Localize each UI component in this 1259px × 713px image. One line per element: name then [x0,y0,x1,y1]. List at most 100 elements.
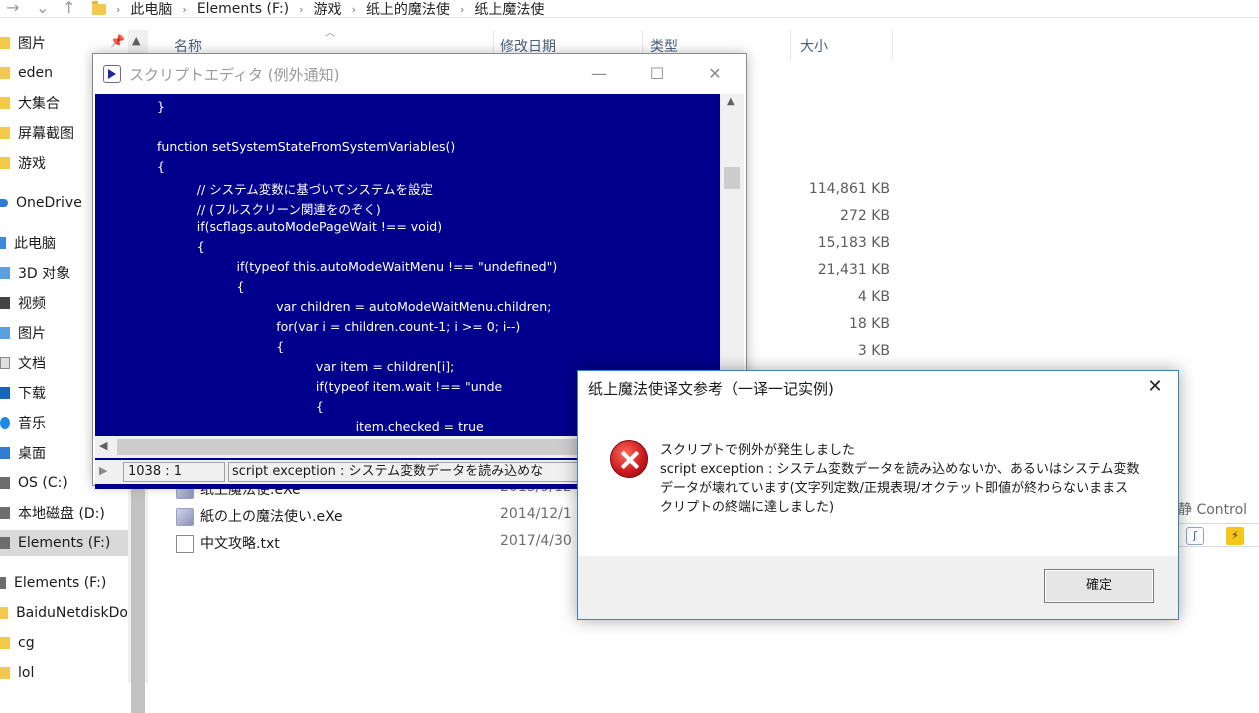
code-line: var item = children[i]; [157,359,455,374]
nav-item-label: Elements (F:) [18,535,111,551]
dialog-title: 纸上魔法使译文参考（一译一记实例) [588,380,834,398]
folder-icon [0,97,10,109]
editor-title: スクリプトエディタ (例外通知) [129,66,340,84]
breadcrumb-separator-icon: › [351,2,356,16]
code-line: function setSystemStateFromSystemVariabl… [157,139,456,154]
nav-item-label: 音乐 [18,416,46,432]
ok-button[interactable]: 確定 [1044,569,1154,603]
folder-icon [0,637,10,649]
pin-icon[interactable]: 📌 [110,34,125,48]
partial-window-text: 静 Control [1178,502,1248,518]
nav-item-label: 本地磁盘 (D:) [18,506,105,522]
code-line: } [157,99,165,114]
file-name: 中文攻略.txt [200,536,280,552]
3d-objects-icon [0,267,10,279]
picture-icon [0,327,10,339]
file-size: 3 KB [857,343,890,359]
code-line: { [157,279,245,294]
address-bar[interactable]: → ⌄ ↑ › 此电脑 › Elements (F:) › 游戏 › 纸上的魔法… [0,0,1259,18]
desktop-icon [0,447,10,459]
folder-icon [92,0,106,15]
folder-icon [0,67,10,79]
sort-ascending-icon: ︿ [325,28,335,39]
up-arrow-icon[interactable]: ↑ [62,0,75,17]
breadcrumb-separator-icon: › [299,2,304,16]
recent-locations-chevron-icon[interactable]: ⌄ [36,0,49,17]
nav-item-label: OS (C:) [18,475,68,491]
toolbar-tool-icon[interactable]: ʃ [1186,527,1204,545]
forward-arrow-icon[interactable]: → [6,0,19,17]
file-size: 15,183 KB [817,235,890,251]
code-line: { [157,339,285,354]
nav-item-label: OneDrive [16,195,82,211]
breadcrumb-separator-icon: › [116,2,121,16]
code-line: if(typeof this.autoModeWaitMenu !== "und… [157,259,558,274]
scrollbar-thumb[interactable] [724,167,740,189]
code-line: { [157,159,165,174]
breadcrumb-item[interactable]: 游戏 [314,0,342,19]
nav-item-label: 3D 对象 [18,266,71,282]
nav-item-label: 图片 [18,36,46,52]
file-date: 2014/12/1 [500,506,572,522]
scroll-up-arrow-icon[interactable]: ▲ [132,34,140,47]
nav-item-selected[interactable]: Elements (F:) [0,530,128,556]
nav-item[interactable]: BaiduNetdiskDo [0,600,128,626]
code-line: for(var i = children.count-1; i >= 0; i-… [157,319,521,334]
scroll-up-arrow-icon[interactable]: ▲ [727,96,735,107]
breadcrumb-item[interactable]: 纸上魔法使 [474,0,544,19]
breadcrumb-item[interactable]: Elements (F:) [197,1,289,17]
column-divider[interactable] [892,30,893,60]
breadcrumb-separator-icon: › [182,2,187,16]
message-line: script exception : システム変数データを読み込めないか、あるい… [660,462,1140,515]
toolbar-tool-icon[interactable]: ⚡ [1226,527,1244,545]
nav-item-label: eden [18,65,53,81]
partially-hidden-window[interactable]: 静 Control ʃ ⚡ [1178,495,1259,555]
drive-icon [0,477,10,489]
cloud-icon [0,199,8,207]
maximize-icon[interactable]: ☐ [634,60,680,88]
nav-item[interactable]: Elements (F:) [0,570,128,596]
nav-item[interactable]: lol [0,660,128,686]
partial-toolbar: ʃ ⚡ [1178,523,1259,547]
file-size: 21,431 KB [817,262,890,278]
code-line: // システム変数に基づいてシステムを設定 [157,182,434,197]
minimize-icon[interactable]: — [576,60,622,88]
nav-item[interactable]: cg [0,630,128,656]
file-size: 114,861 KB [808,181,890,197]
column-divider[interactable] [790,30,791,60]
folder-icon [0,157,10,169]
scroll-left-arrow-icon[interactable]: ◀ [99,439,107,452]
cursor-position: 1038 : 1 [123,462,225,482]
folder-icon [0,667,10,679]
nav-item-label: 游戏 [18,156,46,172]
nav-item-label: 图片 [18,326,46,342]
nav-item-label: 文档 [18,356,46,372]
folder-icon [0,37,10,49]
nav-item-label: 屏幕截图 [18,126,74,142]
nav-item-label: 下载 [18,386,46,402]
drive-icon [0,507,10,519]
code-line: var children = autoModeWaitMenu.children… [157,299,552,314]
exception-dialog[interactable]: 纸上魔法使译文参考（一译一记实例) ✕ スクリプトで例外が発生しました scri… [577,370,1179,620]
text-file-icon [176,535,194,553]
nav-item-label: BaiduNetdiskDo [16,605,128,621]
close-icon[interactable]: ✕ [692,60,738,88]
code-line: { [157,239,205,254]
column-size[interactable]: 大小 [800,36,828,56]
breadcrumb-item[interactable]: 此电脑 [130,0,172,19]
nav-item[interactable]: 本地磁盘 (D:) [0,500,128,526]
editor-titlebar[interactable]: スクリプトエディタ (例外通知) — ☐ ✕ [93,54,746,94]
drive-icon [0,537,10,549]
document-icon [0,357,10,369]
message-line: スクリプトで例外が発生しました [660,443,856,458]
file-size: 272 KB [840,208,890,224]
music-icon [0,417,10,429]
dialog-message: スクリプトで例外が発生しました script exception : システム変… [660,441,1140,517]
nav-item-label: Elements (F:) [14,575,107,591]
breadcrumb: › 此电脑 › Elements (F:) › 游戏 › 纸上的魔法使 › 纸上… [92,0,544,19]
play-icon[interactable]: ▶ [99,464,107,477]
close-icon[interactable]: ✕ [1138,373,1172,401]
breadcrumb-item[interactable]: 纸上的魔法使 [366,0,450,19]
nav-item-label: 此电脑 [14,236,56,252]
code-line: item.checked = true [157,419,484,434]
